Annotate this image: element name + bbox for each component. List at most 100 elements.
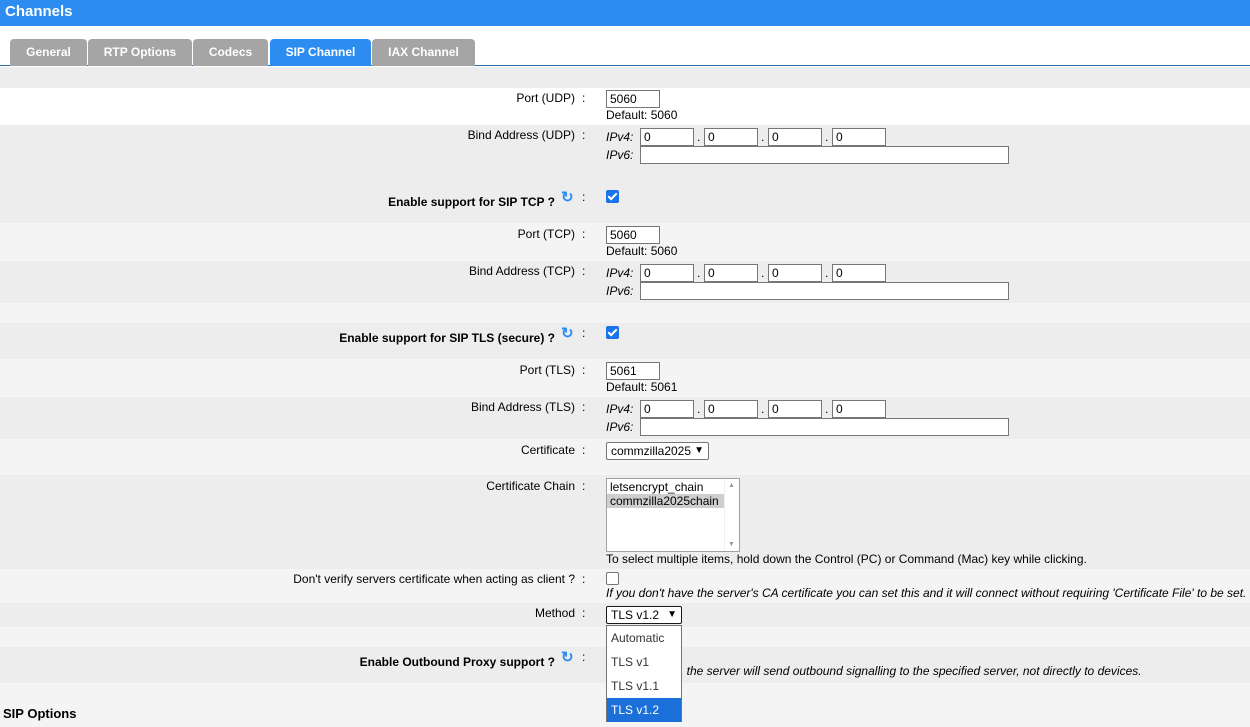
ip-dot: . xyxy=(697,266,701,280)
ipv6-label: IPv6: xyxy=(606,148,634,162)
tls-ipv4-octet-3[interactable] xyxy=(768,400,822,418)
tcp-ipv6-input[interactable] xyxy=(640,282,1009,300)
certificate-value: commzilla2025 xyxy=(611,444,692,458)
tab-iax-channel[interactable]: IAX Channel xyxy=(372,39,475,66)
scroll-down-icon[interactable]: ▼ xyxy=(728,541,735,548)
tcp-ipv4-octet-1[interactable] xyxy=(640,264,694,282)
colon: : xyxy=(582,264,586,278)
enable-tls-row: Enable support for SIP TLS (secure) ? ↻ … xyxy=(0,323,1250,359)
outbound-proxy-help: , the server will send outbound signalli… xyxy=(680,664,1142,678)
certificate-chain-label: Certificate Chain xyxy=(486,479,575,493)
port-udp-input[interactable] xyxy=(606,90,660,108)
colon: : xyxy=(582,326,586,340)
bind-udp-label: Bind Address (UDP) xyxy=(467,128,575,142)
port-udp-row: Port (UDP) : Default: 5060 xyxy=(0,88,1250,125)
bind-udp-row: Bind Address (UDP) : IPv4: . . . IPv6: xyxy=(0,125,1250,167)
dont-verify-row: Don't verify servers certificate when ac… xyxy=(0,569,1250,603)
tab-general[interactable]: General xyxy=(10,39,87,66)
method-option-automatic[interactable]: Automatic xyxy=(607,626,681,650)
ipv4-label: IPv4: xyxy=(606,130,634,144)
port-tls-label: Port (TLS) xyxy=(519,363,575,377)
udp-ipv4-octet-2[interactable] xyxy=(704,128,758,146)
ip-dot: . xyxy=(761,266,765,280)
tcp-ipv4-octet-4[interactable] xyxy=(832,264,886,282)
port-tcp-input[interactable] xyxy=(606,226,660,244)
tab-sip-channel[interactable]: SIP Channel xyxy=(270,39,371,66)
ipv6-label: IPv6: xyxy=(606,420,634,434)
enable-tcp-row: Enable support for SIP TCP ? ↻ : xyxy=(0,187,1250,223)
certificate-select[interactable]: commzilla2025 ▼ xyxy=(606,442,709,460)
method-select[interactable]: TLS v1.2 ▼ xyxy=(606,606,682,624)
method-option-tls-v1-2[interactable]: TLS v1.2 xyxy=(607,698,681,722)
colon: : xyxy=(582,479,586,493)
tls-ipv4-octet-4[interactable] xyxy=(832,400,886,418)
ipv6-label: IPv6: xyxy=(606,284,634,298)
tls-ipv4-octet-2[interactable] xyxy=(704,400,758,418)
tcp-ipv4-octet-3[interactable] xyxy=(768,264,822,282)
chain-option-commzilla[interactable]: commzilla2025chain xyxy=(607,494,725,508)
spacer-row xyxy=(0,67,1250,88)
refresh-icon[interactable]: ↻ xyxy=(561,326,574,341)
udp-ipv4-octet-1[interactable] xyxy=(640,128,694,146)
method-option-tls-v1[interactable]: TLS v1 xyxy=(607,650,681,674)
colon: : xyxy=(582,572,586,586)
udp-ipv6-input[interactable] xyxy=(640,146,1009,164)
enable-tls-checkbox[interactable] xyxy=(606,326,619,339)
method-value: TLS v1.2 xyxy=(611,608,660,622)
tab-bar: General RTP Options Codecs SIP Channel I… xyxy=(0,26,1250,66)
udp-ipv4-octet-3[interactable] xyxy=(768,128,822,146)
certificate-label: Certificate xyxy=(520,443,575,457)
port-tls-default: Default: 5061 xyxy=(606,380,678,394)
certificate-chain-listbox[interactable]: letsencrypt_chain commzilla2025chain ▲ ▼ xyxy=(606,478,740,552)
outbound-proxy-label: Enable Outbound Proxy support ? xyxy=(359,655,555,669)
ip-dot: . xyxy=(761,130,765,144)
colon: : xyxy=(582,650,586,664)
spacer-row xyxy=(0,303,1250,323)
ip-dot: . xyxy=(825,130,829,144)
tab-codecs[interactable]: Codecs xyxy=(193,39,268,66)
colon: : xyxy=(582,227,586,241)
method-dropdown: Automatic TLS v1 TLS v1.1 TLS v1.2 xyxy=(606,625,682,722)
chain-help-text: To select multiple items, hold down the … xyxy=(606,552,1087,566)
refresh-icon[interactable]: ↻ xyxy=(561,650,574,665)
port-tls-row: Port (TLS) : Default: 5061 xyxy=(0,359,1250,397)
chevron-down-icon: ▼ xyxy=(667,609,677,620)
chain-option-letsencrypt[interactable]: letsencrypt_chain xyxy=(607,480,739,494)
bind-tcp-row: Bind Address (TCP) : IPv4: . . . IPv6: xyxy=(0,261,1250,303)
udp-ipv4-octet-4[interactable] xyxy=(832,128,886,146)
colon: : xyxy=(582,128,586,142)
dont-verify-checkbox[interactable] xyxy=(606,572,619,585)
ip-dot: . xyxy=(825,402,829,416)
dont-verify-help: If you don't have the server's CA certif… xyxy=(606,586,1247,600)
enable-tcp-label: Enable support for SIP TCP ? xyxy=(388,195,555,209)
tab-rtp-options[interactable]: RTP Options xyxy=(88,39,192,66)
colon: : xyxy=(582,363,586,377)
method-label: Method xyxy=(534,606,575,620)
ipv4-label: IPv4: xyxy=(606,266,634,280)
colon: : xyxy=(582,606,586,620)
ip-dot: . xyxy=(761,402,765,416)
dont-verify-label: Don't verify servers certificate when ac… xyxy=(293,572,575,586)
method-row: Method : TLS v1.2 ▼ xyxy=(0,603,1250,627)
refresh-icon[interactable]: ↻ xyxy=(561,190,574,205)
port-udp-label: Port (UDP) xyxy=(516,91,575,105)
port-tcp-label: Port (TCP) xyxy=(517,227,575,241)
enable-tcp-checkbox[interactable] xyxy=(606,190,619,203)
enable-tls-label: Enable support for SIP TLS (secure) ? xyxy=(339,331,555,345)
tcp-ipv4-octet-2[interactable] xyxy=(704,264,758,282)
tls-ipv6-input[interactable] xyxy=(640,418,1009,436)
port-tcp-row: Port (TCP) : Default: 5060 xyxy=(0,223,1250,261)
bind-tls-label: Bind Address (TLS) xyxy=(470,400,575,414)
spacer-row xyxy=(0,167,1250,187)
ip-dot: . xyxy=(825,266,829,280)
chevron-down-icon: ▼ xyxy=(694,445,704,456)
scroll-up-icon[interactable]: ▲ xyxy=(728,482,735,489)
method-option-tls-v1-1[interactable]: TLS v1.1 xyxy=(607,674,681,698)
listbox-scrollbar[interactable]: ▲ ▼ xyxy=(724,479,739,551)
port-tls-input[interactable] xyxy=(606,362,660,380)
colon: : xyxy=(582,400,586,414)
certificate-row: Certificate : commzilla2025 ▼ xyxy=(0,439,1250,475)
tls-ipv4-octet-1[interactable] xyxy=(640,400,694,418)
colon: : xyxy=(582,443,586,457)
colon: : xyxy=(582,91,586,105)
